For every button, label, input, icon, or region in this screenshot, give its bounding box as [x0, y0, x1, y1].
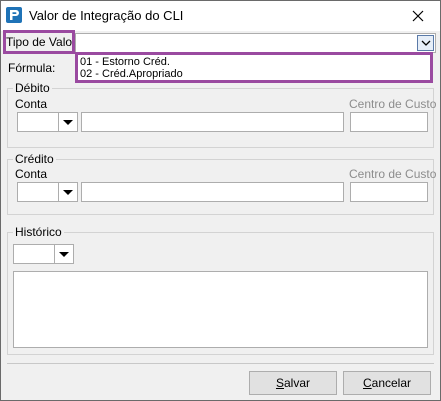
- credito-conta-input[interactable]: [81, 182, 344, 202]
- debito-conta-label: Conta: [15, 97, 48, 111]
- salvar-button[interactable]: Salvar: [249, 371, 337, 395]
- credito-conta-type-select[interactable]: [17, 182, 59, 202]
- historico-dropdown-button[interactable]: [54, 244, 74, 264]
- caret-down-icon: [63, 120, 73, 125]
- close-button[interactable]: [396, 1, 440, 31]
- app-logo-icon: [6, 7, 22, 23]
- tipo-valor-options-highlight: [75, 52, 433, 83]
- debito-conta-dropdown-button[interactable]: [58, 112, 78, 132]
- window-title: Valor de Integração do CLI: [29, 8, 184, 23]
- tipo-valor-dropdown-button[interactable]: [417, 35, 434, 51]
- caret-down-icon: [63, 190, 73, 195]
- credito-conta-label: Conta: [15, 167, 48, 181]
- title-bar: Valor de Integração do CLI: [1, 1, 440, 31]
- cancelar-hotkey: C: [362, 376, 372, 390]
- debito-conta-type-select[interactable]: [17, 112, 59, 132]
- salvar-hotkey: S: [275, 376, 284, 390]
- tipo-valor-select[interactable]: [75, 33, 436, 53]
- credito-group-label: Crédito: [13, 152, 56, 166]
- formula-label: Fórmula:: [8, 61, 56, 75]
- debito-group-label: Débito: [13, 81, 52, 95]
- debito-conta-input[interactable]: [81, 112, 344, 132]
- cancelar-label-rest: ancelar: [371, 376, 412, 390]
- debito-centro-custo-input[interactable]: [350, 112, 428, 132]
- caret-down-icon: [59, 252, 69, 257]
- credito-conta-dropdown-button[interactable]: [58, 182, 78, 202]
- credito-centro-custo-input[interactable]: [350, 182, 428, 202]
- historico-type-select[interactable]: [13, 244, 55, 264]
- historico-group-label: Histórico: [13, 225, 64, 239]
- historico-textarea[interactable]: [13, 271, 428, 348]
- debito-centro-custo-label: Centro de Custo: [349, 97, 437, 111]
- tipo-valor-label-highlight: [3, 30, 75, 54]
- dialog-window: Valor de Integração do CLI Tipo de Valor…: [0, 0, 441, 401]
- salvar-label-rest: alvar: [284, 376, 311, 390]
- close-icon: [412, 10, 424, 22]
- footer-divider: [7, 363, 434, 364]
- cancelar-button[interactable]: Cancelar: [343, 371, 431, 395]
- chevron-down-icon: [421, 40, 431, 46]
- credito-centro-custo-label: Centro de Custo: [349, 167, 437, 181]
